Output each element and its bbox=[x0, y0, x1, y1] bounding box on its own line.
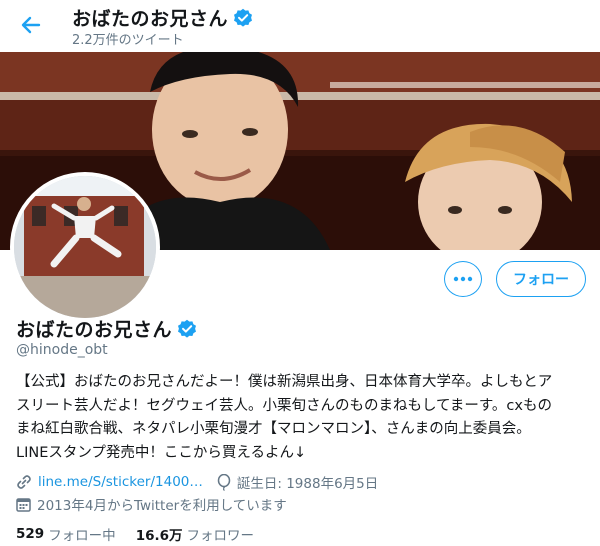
profile-meta-row: line.me/S/sticker/1400… 誕生日: 1988年6月5日 bbox=[16, 472, 378, 492]
back-button[interactable] bbox=[14, 10, 48, 40]
profile-bio: 【公式】おばたのお兄さんだよー！僕は新潟県出身、日本体育大学卒。よしもとア スリ… bbox=[16, 371, 586, 465]
balloon-icon bbox=[217, 473, 231, 491]
avatar-photo bbox=[14, 176, 156, 318]
profile-stats: 529 フォロー中 16.6万 フォロワー bbox=[16, 524, 274, 544]
profile-name: おばたのお兄さん bbox=[16, 319, 173, 341]
bio-line: スリート芸人だよ！セグウェイ芸人。小栗旬さんのものまねもしてまーす。cxもの bbox=[16, 397, 552, 414]
following-count: 529 bbox=[16, 526, 45, 542]
more-dots-icon bbox=[453, 276, 473, 282]
link-icon bbox=[16, 474, 32, 490]
bio-line: まね紅白歌合戦、ネタパレ小栗旬漫才【マロンマロン】、さんまの向上委員会。 bbox=[16, 421, 531, 437]
calendar-icon bbox=[16, 497, 31, 512]
followers-label: フォロワー bbox=[186, 528, 255, 544]
profile-link[interactable]: line.me/S/sticker/1400… bbox=[38, 474, 203, 490]
bio-line: 【公式】おばたのお兄さんだよー！僕は新潟県出身、日本体育大学卒。よしもとア bbox=[16, 374, 553, 390]
profile-name-row: おばたのお兄さん bbox=[16, 315, 197, 342]
header-title: おばたのお兄さん bbox=[72, 8, 229, 30]
back-arrow-icon bbox=[21, 16, 41, 34]
following-label: フォロー中 bbox=[48, 528, 116, 544]
profile-joined-row: 2013年4月からTwitterを利用しています bbox=[16, 494, 287, 514]
following-stat[interactable]: 529 フォロー中 bbox=[16, 524, 116, 544]
followers-count: 16.6万 bbox=[135, 528, 183, 544]
bio-line: LINEスタンプ発売中！ここから買えるよん↓ bbox=[16, 444, 307, 461]
profile-avatar[interactable] bbox=[10, 172, 160, 322]
profile-handle: @hinode_obt bbox=[16, 342, 108, 358]
verified-badge-icon bbox=[177, 319, 197, 339]
profile-birthday: 誕生日: 1988年6月5日 bbox=[236, 476, 379, 492]
followers-stat[interactable]: 16.6万 フォロワー bbox=[136, 524, 254, 544]
more-options-button[interactable] bbox=[444, 261, 482, 297]
profile-header: おばたのお兄さん 2.2万件のツイート bbox=[0, 0, 600, 52]
verified-badge-icon bbox=[233, 8, 253, 28]
follow-button[interactable]: フォロー bbox=[496, 261, 586, 297]
header-title-row: おばたのお兄さん bbox=[72, 4, 253, 31]
profile-joined-date: 2013年4月からTwitterを利用しています bbox=[37, 498, 287, 514]
tweet-count: 2.2万件のツイート bbox=[72, 33, 184, 48]
